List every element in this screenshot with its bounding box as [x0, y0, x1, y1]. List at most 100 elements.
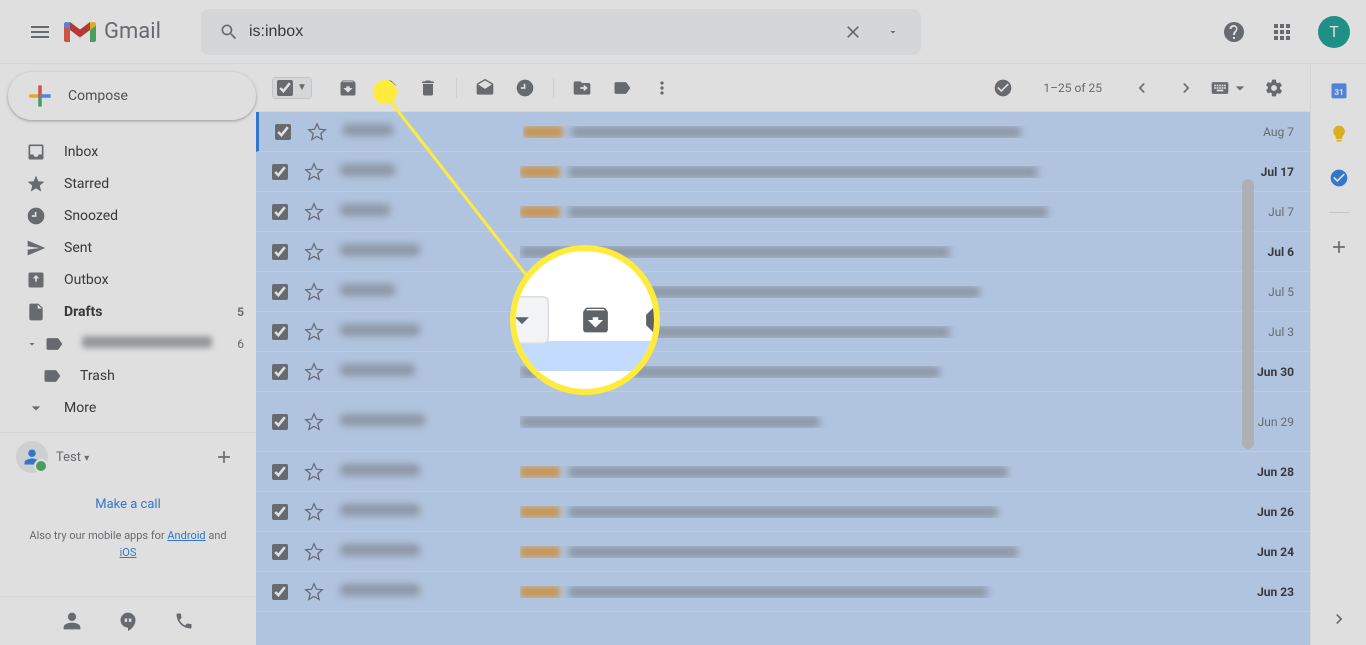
- sidebar-item-snoozed[interactable]: Snoozed: [0, 200, 256, 232]
- search-clear-button[interactable]: [833, 12, 873, 52]
- ios-link[interactable]: iOS: [120, 546, 137, 559]
- email-checkbox[interactable]: [272, 414, 288, 430]
- email-row[interactable]: Jun 28: [256, 452, 1310, 492]
- search-button[interactable]: [209, 12, 249, 52]
- hangouts-new-button[interactable]: [208, 441, 240, 473]
- email-snippet: [520, 546, 1241, 558]
- email-star-button[interactable]: [304, 242, 324, 262]
- hangouts-tab-button[interactable]: [112, 605, 144, 637]
- rail-separator: [1329, 212, 1349, 213]
- email-checkbox[interactable]: [272, 544, 288, 560]
- email-checkbox[interactable]: [272, 584, 288, 600]
- more-button[interactable]: [642, 68, 682, 108]
- email-star-button[interactable]: [304, 462, 324, 482]
- email-star-button[interactable]: [304, 162, 324, 182]
- phone-tab-button[interactable]: [168, 605, 200, 637]
- phone-icon: [174, 611, 194, 631]
- email-checkbox[interactable]: [272, 204, 288, 220]
- contacts-tab-button[interactable]: [56, 605, 88, 637]
- prev-page-button[interactable]: [1122, 68, 1162, 108]
- label-icon: [612, 78, 632, 98]
- email-star-button[interactable]: [307, 122, 327, 142]
- email-checkbox[interactable]: [272, 284, 288, 300]
- hamburger-icon: [28, 20, 52, 44]
- pagination-count: 1–25 of 25: [1043, 81, 1102, 95]
- tasks-icon[interactable]: [1329, 168, 1349, 188]
- email-row[interactable]: Jun 24: [256, 532, 1310, 572]
- email-star-button[interactable]: [304, 502, 324, 522]
- support-button[interactable]: [1214, 12, 1254, 52]
- android-link[interactable]: Android: [167, 529, 205, 542]
- hangouts-name[interactable]: Test ▾: [56, 450, 208, 465]
- email-checkbox[interactable]: [272, 464, 288, 480]
- email-star-button[interactable]: [304, 412, 324, 432]
- snooze-button[interactable]: [505, 68, 545, 108]
- email-star-button[interactable]: [304, 202, 324, 222]
- chevron-right-icon: [1176, 78, 1196, 98]
- report-spam-button[interactable]: [368, 68, 408, 108]
- get-addons-button[interactable]: [1329, 237, 1349, 257]
- delete-button[interactable]: [408, 68, 448, 108]
- search-input[interactable]: [249, 23, 833, 41]
- email-checkbox[interactable]: [272, 364, 288, 380]
- mark-read-button[interactable]: [465, 68, 505, 108]
- email-checkbox[interactable]: [272, 164, 288, 180]
- email-row[interactable]: Jun 29: [256, 392, 1310, 452]
- move-to-button[interactable]: [562, 68, 602, 108]
- email-row[interactable]: Jul 3: [256, 312, 1310, 352]
- gmail-logo[interactable]: Gmail: [64, 19, 161, 44]
- email-star-button[interactable]: [304, 542, 324, 562]
- email-snippet: [520, 506, 1241, 518]
- apps-button[interactable]: [1262, 12, 1302, 52]
- sidebar-item-inbox[interactable]: Inbox: [0, 136, 256, 168]
- email-star-button[interactable]: [304, 582, 324, 602]
- next-page-button[interactable]: [1166, 68, 1206, 108]
- email-row[interactable]: Jul 5: [256, 272, 1310, 312]
- email-star-button[interactable]: [304, 282, 324, 302]
- menu-button[interactable]: [16, 8, 64, 56]
- sidebar-item-sent[interactable]: Sent: [0, 232, 256, 264]
- email-checkbox[interactable]: [272, 504, 288, 520]
- help-icon: [1222, 20, 1246, 44]
- email-checkbox[interactable]: [272, 324, 288, 340]
- settings-button[interactable]: [1254, 68, 1294, 108]
- email-row[interactable]: Aug 7: [256, 112, 1310, 152]
- labels-button[interactable]: [602, 68, 642, 108]
- input-tools-button[interactable]: [1210, 68, 1250, 108]
- email-checkbox[interactable]: [275, 124, 291, 140]
- search-options-button[interactable]: [873, 12, 913, 52]
- chevron-down-icon: [26, 398, 46, 418]
- email-sender: [340, 204, 520, 220]
- compose-button[interactable]: Compose: [8, 72, 256, 120]
- email-checkbox[interactable]: [272, 244, 288, 260]
- person-icon: [62, 611, 82, 631]
- sidebar-item-drafts[interactable]: Drafts 5: [0, 296, 256, 328]
- compose-label: Compose: [68, 88, 128, 104]
- sidebar-item-starred[interactable]: Starred: [0, 168, 256, 200]
- email-star-button[interactable]: [304, 322, 324, 342]
- archive-button[interactable]: [328, 68, 368, 108]
- sidebar-item-custom-label[interactable]: 6: [0, 328, 256, 360]
- email-list[interactable]: Aug 7 Jul 17 Jul 7 Jul 6: [256, 112, 1310, 645]
- email-row[interactable]: Jul 7: [256, 192, 1310, 232]
- select-all-checkbox[interactable]: ▼: [272, 77, 312, 99]
- more-vert-icon: [652, 78, 672, 98]
- offline-indicator[interactable]: [983, 68, 1023, 108]
- make-call-link[interactable]: Make a call: [0, 481, 256, 528]
- scrollbar-thumb[interactable]: [1242, 179, 1254, 449]
- account-avatar[interactable]: T: [1318, 16, 1350, 48]
- collapse-panel-button[interactable]: [1329, 609, 1349, 629]
- email-row[interactable]: Jul 6: [256, 232, 1310, 272]
- sidebar-item-trash[interactable]: Trash: [0, 360, 256, 392]
- email-row[interactable]: Jul 17: [256, 152, 1310, 192]
- hangouts-avatar[interactable]: [16, 441, 48, 473]
- sidebar-item-more[interactable]: More: [0, 392, 256, 424]
- calendar-icon[interactable]: 31: [1329, 80, 1349, 100]
- keep-icon[interactable]: [1329, 124, 1349, 144]
- sidebar-item-outbox[interactable]: Outbox: [0, 264, 256, 296]
- select-all-input[interactable]: [277, 80, 293, 96]
- email-star-button[interactable]: [304, 362, 324, 382]
- email-row[interactable]: Jun 23: [256, 572, 1310, 612]
- email-row[interactable]: Jun 26: [256, 492, 1310, 532]
- email-row[interactable]: Jun 30: [256, 352, 1310, 392]
